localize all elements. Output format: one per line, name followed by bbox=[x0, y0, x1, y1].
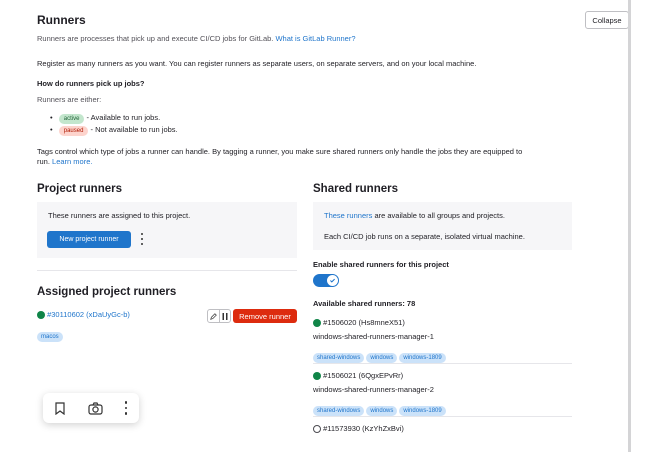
intro-text: Runners are processes that pick up and e… bbox=[37, 34, 356, 44]
scrollbar[interactable] bbox=[628, 0, 631, 452]
online-status-icon bbox=[37, 311, 45, 320]
runner-tag: windows-1809 bbox=[399, 353, 446, 363]
what-is-runner-link[interactable]: What is GitLab Runner? bbox=[275, 34, 355, 43]
remove-runner-button[interactable]: Remove runner bbox=[233, 309, 297, 323]
more-vertical-icon[interactable] bbox=[122, 400, 130, 416]
more-vertical-icon[interactable] bbox=[138, 232, 146, 246]
assigned-runner-link[interactable]: #30110602 (xDaUyGc-b) bbox=[47, 310, 130, 319]
runner-tag: macos bbox=[37, 332, 63, 342]
register-text: Register as many runners as you want. Yo… bbox=[37, 59, 477, 68]
either-text: Runners are either: bbox=[37, 95, 102, 104]
divider bbox=[37, 270, 297, 271]
shared-runners-panel bbox=[313, 202, 572, 250]
new-project-runner-button[interactable]: New project runner bbox=[47, 231, 131, 248]
remove-runner-label: Remove runner bbox=[239, 311, 291, 321]
shared-panel-text: are available to all groups and projects… bbox=[372, 211, 505, 220]
shared-runner-desc: windows-shared-runners-manager-2 bbox=[313, 385, 434, 394]
project-runners-text: These runners are assigned to this proje… bbox=[48, 211, 191, 220]
bookmark-icon[interactable] bbox=[52, 400, 68, 416]
online-status-icon bbox=[313, 372, 321, 381]
assigned-runner: #30110602 (xDaUyGc-b) bbox=[37, 310, 130, 320]
divider bbox=[313, 416, 572, 417]
camera-icon[interactable] bbox=[86, 400, 104, 416]
shared-runner-name: #11573930 (KzYhZxBvi) bbox=[323, 424, 404, 433]
divider bbox=[313, 363, 572, 364]
tags-sentence-end: run. bbox=[37, 157, 50, 166]
enable-shared-label: Enable shared runners for this project bbox=[313, 260, 449, 269]
shared-runner-desc: windows-shared-runners-manager-1 bbox=[313, 332, 434, 341]
shared-runner-3: #11573930 (KzYhZxBvi) bbox=[313, 424, 404, 434]
shared-runner-tags: shared-windows windows windows-1809 bbox=[313, 399, 448, 417]
runner-tag: windows bbox=[366, 406, 398, 416]
shared-panel-line-1: These runners are available to all group… bbox=[324, 211, 505, 221]
shared-runners-title: Shared runners bbox=[313, 183, 398, 195]
page-title: Runners bbox=[37, 13, 86, 27]
edit-icon[interactable] bbox=[208, 310, 220, 322]
runner-tag: windows bbox=[366, 353, 398, 363]
tags-text: Tags control which type of jobs a runner… bbox=[37, 147, 582, 167]
paused-badge: paused bbox=[58, 126, 89, 136]
assigned-runner-tags: macos bbox=[37, 325, 65, 343]
paused-desc: - Not available to run jobs. bbox=[90, 125, 178, 134]
these-runners-link[interactable]: These runners bbox=[324, 211, 372, 220]
paused-item: • paused - Not available to run jobs. bbox=[50, 125, 178, 136]
intro-sentence: Runners are processes that pick up and e… bbox=[37, 34, 274, 43]
tags-sentence: Tags control which type of jobs a runner… bbox=[37, 147, 523, 156]
shared-runner-2: #1506021 (6QgxEPvRr) bbox=[313, 371, 403, 381]
runner-tag: shared-windows bbox=[313, 406, 365, 416]
runner-actions-group bbox=[207, 309, 231, 323]
shared-panel-line-2: Each CI/CD job runs on a separate, isola… bbox=[324, 232, 525, 241]
shared-runner-tags: shared-windows windows windows-1809 bbox=[313, 346, 448, 364]
runner-tag: windows-1809 bbox=[399, 406, 446, 416]
offline-status-icon bbox=[313, 425, 321, 434]
runner-tag: shared-windows bbox=[313, 353, 365, 363]
pause-icon[interactable] bbox=[220, 310, 231, 322]
shared-runner-name: #1506020 (Hs8mneX51) bbox=[323, 318, 405, 327]
check-icon bbox=[327, 275, 338, 286]
online-status-icon bbox=[313, 319, 321, 328]
active-badge: active bbox=[58, 114, 85, 124]
project-runners-title: Project runners bbox=[37, 183, 122, 195]
how-title: How do runners pick up jobs? bbox=[37, 79, 145, 88]
collapse-button[interactable]: Collapse bbox=[585, 11, 629, 29]
shared-runner-name: #1506021 (6QgxEPvRr) bbox=[323, 371, 404, 380]
active-item: • active - Available to run jobs. bbox=[50, 113, 161, 124]
available-count: Available shared runners: 78 bbox=[313, 299, 416, 308]
collapse-label: Collapse bbox=[592, 15, 622, 25]
active-desc: - Available to run jobs. bbox=[86, 113, 161, 122]
learn-more-link[interactable]: Learn more. bbox=[52, 157, 92, 166]
shared-runner-1: #1506020 (Hs8mneX51) bbox=[313, 318, 405, 328]
new-project-runner-label: New project runner bbox=[59, 236, 119, 243]
floating-toolbar bbox=[43, 393, 139, 423]
assigned-title: Assigned project runners bbox=[37, 286, 177, 298]
enable-shared-toggle[interactable] bbox=[313, 274, 339, 287]
